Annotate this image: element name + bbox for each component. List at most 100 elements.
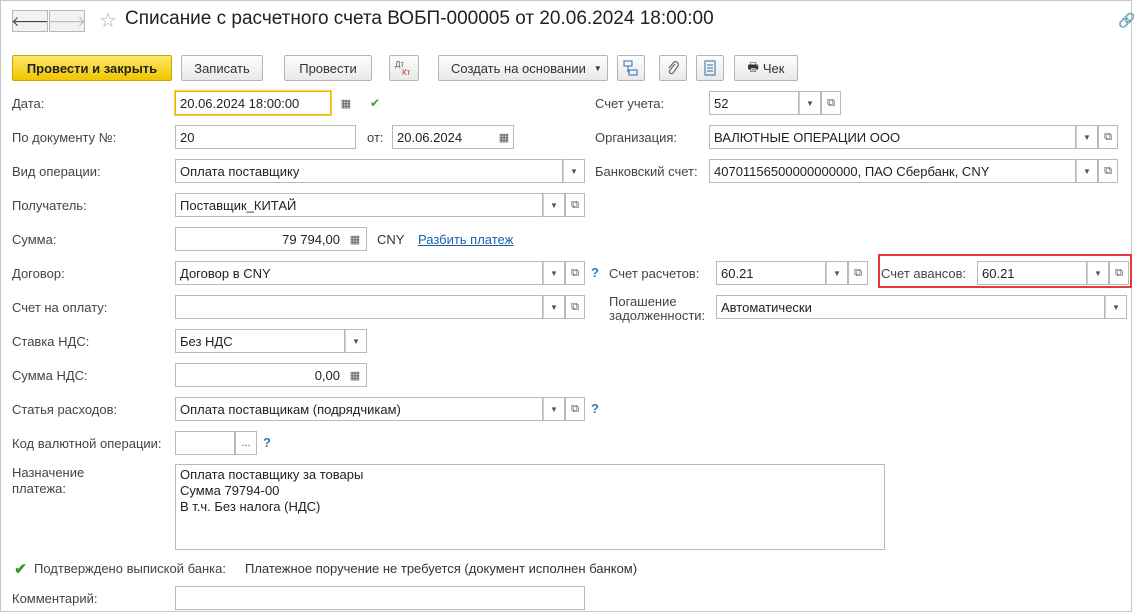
create-based-on-label: Создать на основании <box>451 60 586 76</box>
back-button[interactable]: 🡐 <box>11 10 49 32</box>
recipient-value: Поставщик_КИТАЙ <box>180 197 297 213</box>
recipient-field[interactable]: Поставщик_КИТАЙ <box>175 193 543 217</box>
chevron-down-icon[interactable]: ▼ <box>543 193 565 217</box>
open-icon[interactable]: ⧉ <box>821 91 841 115</box>
chevron-down-icon[interactable]: ▼ <box>799 91 821 115</box>
chevron-down-icon[interactable]: ▼ <box>1105 295 1127 319</box>
operation-value: Оплата поставщику <box>180 163 300 179</box>
create-based-on-button[interactable]: Создать на основании ▼ <box>438 55 608 81</box>
expense-field[interactable]: Оплата поставщикам (подрядчикам) <box>175 397 543 421</box>
amount-field[interactable]: 79 794,00 <box>175 227 367 251</box>
select-button[interactable]: ... <box>235 431 257 455</box>
vat-rate-field[interactable]: Без НДС <box>175 329 345 353</box>
paperclip-icon <box>668 61 679 75</box>
repayment-label-line: Погашение <box>609 294 677 309</box>
doc-no-field[interactable]: 20 <box>175 125 356 149</box>
from-label: от: <box>367 130 384 145</box>
repayment-value: Автоматически <box>721 299 812 315</box>
from-date-value: 20.06.2024 <box>397 129 463 145</box>
comment-label: Комментарий: <box>12 591 98 606</box>
dt-kt-icon: Дт Кт <box>395 60 411 77</box>
purpose-textarea[interactable]: Оплата поставщику за товары Сумма 79794-… <box>175 464 885 550</box>
bank-account-value: 40701156500000000000, ПАО Сбербанк, CNY <box>714 163 990 179</box>
open-icon[interactable]: ⧉ <box>565 397 585 421</box>
attach-button[interactable] <box>659 55 687 81</box>
calendar-icon[interactable]: ▦ <box>494 126 514 148</box>
account-value: 52 <box>714 95 729 111</box>
vat-sum-label: Сумма НДС: <box>12 368 88 383</box>
comment-field[interactable] <box>175 586 585 610</box>
chevron-down-icon[interactable]: ▼ <box>826 261 848 285</box>
post-and-close-button[interactable]: Провести и закрыть <box>12 55 172 81</box>
recipient-label: Получатель: <box>12 198 87 213</box>
vat-sum-value: 0,00 <box>314 367 340 383</box>
repayment-label-line: задолженности: <box>609 308 706 323</box>
calculator-icon[interactable]: ▦ <box>345 228 365 250</box>
account-label: Счет учета: <box>595 96 665 111</box>
open-icon[interactable]: ⧉ <box>848 261 868 285</box>
open-icon[interactable]: ⧉ <box>565 295 585 319</box>
settlement-account-field[interactable]: 60.21 <box>716 261 826 285</box>
receipt-button[interactable]: 🖶 Чек <box>734 55 798 81</box>
bank-account-field[interactable]: 40701156500000000000, ПАО Сбербанк, CNY <box>709 159 1076 183</box>
forward-button[interactable]: 🡒 <box>48 10 86 32</box>
help-icon[interactable]: ? <box>591 401 599 416</box>
expense-value: Оплата поставщикам (подрядчикам) <box>180 401 401 417</box>
contract-value: Договор в CNY <box>180 265 271 281</box>
favorite-star-icon[interactable]: ☆ <box>99 8 117 33</box>
open-icon[interactable]: ⧉ <box>1098 125 1118 149</box>
chevron-down-icon: ▼ <box>593 63 602 73</box>
help-icon[interactable]: ? <box>263 435 271 450</box>
advance-account-label: Счет авансов: <box>881 266 967 281</box>
structure-button[interactable] <box>617 55 645 81</box>
account-field[interactable]: 52 <box>709 91 799 115</box>
purpose-line: Оплата поставщику за товары <box>180 467 364 482</box>
repayment-field[interactable]: Автоматически <box>716 295 1105 319</box>
checkmark-icon: ✔ <box>14 560 27 578</box>
organization-value: ВАЛЮТНЫЕ ОПЕРАЦИИ ООО <box>714 129 901 145</box>
open-icon[interactable]: ⧉ <box>565 193 585 217</box>
chevron-down-icon[interactable]: ▼ <box>543 295 565 319</box>
advance-account-field[interactable]: 60.21 <box>977 261 1087 285</box>
chevron-down-icon[interactable]: ▼ <box>543 397 565 421</box>
vat-sum-field[interactable]: 0,00 <box>175 363 367 387</box>
help-icon[interactable]: ? <box>591 265 599 280</box>
doc-no-value: 20 <box>180 129 195 145</box>
chevron-down-icon[interactable]: ▼ <box>1076 125 1098 149</box>
operation-field[interactable]: Оплата поставщику <box>175 159 563 183</box>
purpose-label: Назначение платежа: <box>12 465 84 497</box>
open-icon[interactable]: ⧉ <box>1109 261 1129 285</box>
confirmed-note: Платежное поручение не требуется (докуме… <box>245 561 638 576</box>
arrow-left-icon: 🡐 <box>11 12 49 29</box>
date-field[interactable]: 20.06.2024 18:00:00 <box>175 91 331 115</box>
repayment-label: Погашение задолженности: <box>609 295 705 323</box>
chevron-down-icon[interactable]: ▼ <box>1076 159 1098 183</box>
save-button[interactable]: Записать <box>181 55 263 81</box>
calculator-icon[interactable]: ▦ <box>345 364 365 386</box>
date-check-icon[interactable]: ✔ <box>370 96 380 110</box>
document-icon <box>704 60 716 76</box>
open-icon[interactable]: ⧉ <box>1098 159 1118 183</box>
structure-icon <box>623 60 638 76</box>
arrow-right-icon: 🡒 <box>48 12 86 29</box>
calendar-icon[interactable]: ▦ <box>336 92 356 114</box>
page-title: Списание с расчетного счета ВОБП-000005 … <box>125 8 714 29</box>
post-button[interactable]: Провести <box>284 55 372 81</box>
chevron-down-icon[interactable]: ▼ <box>345 329 367 353</box>
report-button[interactable] <box>696 55 724 81</box>
confirmed-checkbox[interactable]: ✔ <box>13 560 28 578</box>
advance-account-value: 60.21 <box>982 265 1015 281</box>
currency-code-field[interactable] <box>175 431 235 455</box>
open-icon[interactable]: ⧉ <box>565 261 585 285</box>
amount-value: 79 794,00 <box>282 231 340 247</box>
chevron-down-icon[interactable]: ▼ <box>543 261 565 285</box>
organization-field[interactable]: ВАЛЮТНЫЕ ОПЕРАЦИИ ООО <box>709 125 1076 149</box>
invoice-field[interactable] <box>175 295 543 319</box>
contract-field[interactable]: Договор в CNY <box>175 261 543 285</box>
dt-kt-button[interactable]: Дт Кт <box>389 55 419 81</box>
chevron-down-icon[interactable]: ▼ <box>1087 261 1109 285</box>
link-icon[interactable]: 🔗 <box>1118 12 1134 29</box>
split-payment-link[interactable]: Разбить платеж <box>418 232 513 247</box>
confirmed-label: Подтверждено выпиской банка: <box>34 561 226 576</box>
chevron-down-icon[interactable]: ▼ <box>563 159 585 183</box>
